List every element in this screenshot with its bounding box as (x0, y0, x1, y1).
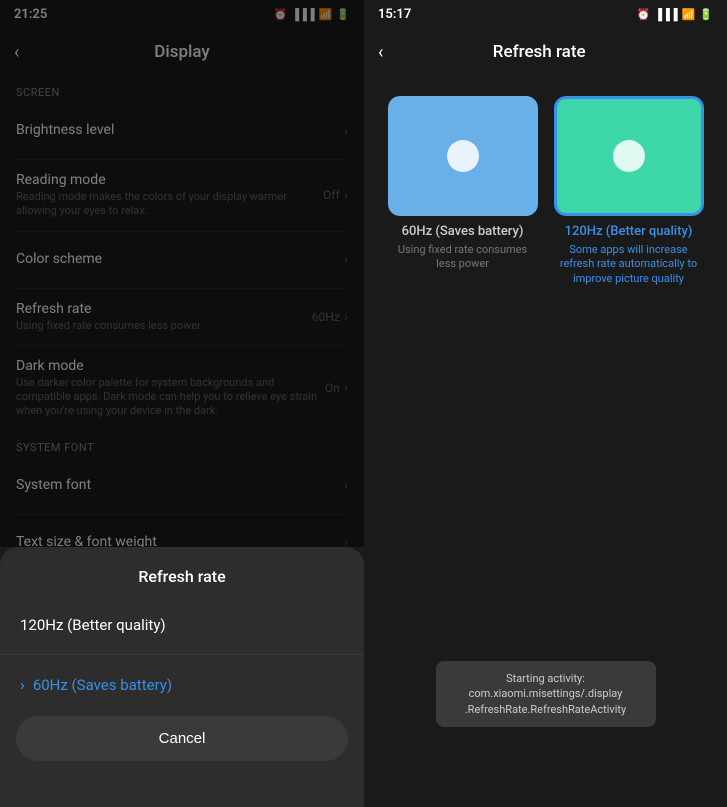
battery-icon-right: 🔋 (699, 8, 713, 21)
left-panel: 21:25 ⏰ ▐▐▐ 📶 🔋 ‹ Display SCREEN Brightn… (0, 0, 364, 807)
time-right: 15:17 (378, 7, 411, 22)
status-icons-right: ⏰ ▐▐▐ 📶 🔋 (637, 8, 714, 21)
check-icon: › (20, 675, 25, 694)
back-button-right[interactable]: ‹ (378, 42, 383, 63)
option-60hz-card[interactable]: 60Hz (Saves battery) Using fixed rate co… (388, 96, 538, 286)
refresh-options: 60Hz (Saves battery) Using fixed rate co… (364, 76, 727, 306)
alarm-icon-right: ⏰ (637, 8, 651, 21)
status-bar-right: 15:17 ⏰ ▐▐▐ 📶 🔋 (364, 0, 727, 28)
bottom-sheet-overlay: Refresh rate 120Hz (Better quality) › 60… (0, 547, 364, 807)
toast-message: Starting activity: com.xiaomi.misettings… (436, 661, 656, 727)
option-60hz[interactable]: › 60Hz (Saves battery) (0, 661, 364, 708)
blue-card (388, 96, 538, 216)
signal-icon-right: ▐▐▐ (654, 8, 677, 21)
sheet-divider (0, 654, 364, 655)
green-card (554, 96, 704, 216)
cancel-button[interactable]: Cancel (16, 716, 348, 761)
dim-overlay (0, 0, 364, 547)
bottom-sheet-title: Refresh rate (0, 547, 364, 602)
option-120hz-card-desc: Some apps will increase refresh rate aut… (554, 243, 704, 286)
option-120hz-card-label: 120Hz (Better quality) (565, 224, 693, 239)
option-120hz-card[interactable]: 120Hz (Better quality) Some apps will in… (554, 96, 704, 286)
bottom-sheet: Refresh rate 120Hz (Better quality) › 60… (0, 547, 364, 807)
option-60hz-card-desc: Using fixed rate consumes less power (388, 243, 538, 272)
option-120hz-label: 120Hz (Better quality) (20, 616, 166, 634)
card-dot-green (613, 140, 645, 172)
page-title-right: Refresh rate (399, 42, 679, 62)
option-120hz[interactable]: 120Hz (Better quality) (0, 602, 364, 648)
wifi-icon-right: 📶 (682, 8, 696, 21)
option-60hz-label: 60Hz (Saves battery) (33, 676, 172, 694)
right-panel: 15:17 ⏰ ▐▐▐ 📶 🔋 ‹ Refresh rate 60Hz (Sav… (364, 0, 727, 807)
option-60hz-card-label: 60Hz (Saves battery) (402, 224, 524, 239)
top-nav-right: ‹ Refresh rate (364, 28, 727, 76)
card-dot-blue (447, 140, 479, 172)
